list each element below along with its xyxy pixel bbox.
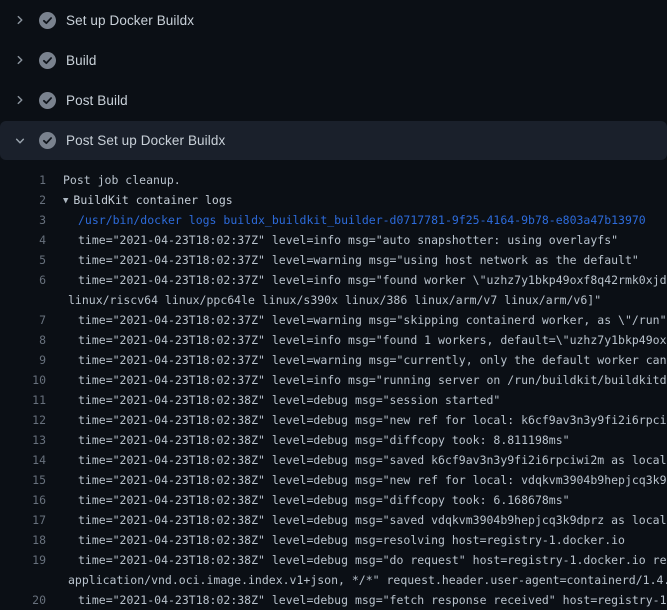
log-line: 11time="2021-04-23T18:02:38Z" level=debu… [0,390,667,410]
log-line: 9time="2021-04-23T18:02:37Z" level=warni… [0,350,667,370]
step-label: Build [66,53,97,68]
chevron-down-icon[interactable] [12,133,28,149]
log-line: 10time="2021-04-23T18:02:37Z" level=info… [0,370,667,390]
log-line-number[interactable]: 10 [0,370,46,390]
log-text: time="2021-04-23T18:02:37Z" level=info m… [46,370,667,390]
log-text: time="2021-04-23T18:02:38Z" level=debug … [46,470,667,490]
log-text: time="2021-04-23T18:02:38Z" level=debug … [46,390,500,410]
log-line-continuation: linux/riscv64 linux/ppc64le linux/s390x … [0,290,667,310]
step-row-build[interactable]: Build [0,40,667,80]
log-group-collapse-icon[interactable]: ▼ [63,191,68,210]
log-text: time="2021-04-23T18:02:37Z" level=warnin… [46,250,639,270]
log-line-number[interactable]: 7 [0,310,46,330]
log-line-continuation: application/vnd.oci.image.index.v1+json,… [0,570,667,590]
log-text: time="2021-04-23T18:02:38Z" level=debug … [46,530,625,550]
step-label: Set up Docker Buildx [66,13,194,28]
step-row-set-up-docker-buildx[interactable]: Set up Docker Buildx [0,0,667,40]
log-line: 3/usr/bin/docker logs buildx_buildkit_bu… [0,210,667,230]
log-text: time="2021-04-23T18:02:38Z" level=debug … [46,510,667,530]
log-text: ▼ BuildKit container logs [46,190,233,210]
chevron-right-icon[interactable] [12,52,28,68]
chevron-right-icon[interactable] [12,92,28,108]
chevron-right-icon[interactable] [12,12,28,28]
log-line: 18time="2021-04-23T18:02:38Z" level=debu… [0,530,667,550]
log-line-number[interactable]: 16 [0,490,46,510]
log-text: time="2021-04-23T18:02:37Z" level=info m… [46,330,667,350]
log-line-number[interactable]: 11 [0,390,46,410]
log-line: 16time="2021-04-23T18:02:38Z" level=debu… [0,490,667,510]
log-line: 6time="2021-04-23T18:02:37Z" level=info … [0,270,667,290]
log-line: 5time="2021-04-23T18:02:37Z" level=warni… [0,250,667,270]
log-line-number[interactable]: 2 [0,190,46,210]
log-line-number[interactable]: 20 [0,590,46,610]
log-line: 7time="2021-04-23T18:02:37Z" level=warni… [0,310,667,330]
log-line-number[interactable]: 4 [0,230,46,250]
log-line: 15time="2021-04-23T18:02:38Z" level=debu… [0,470,667,490]
log-line-number[interactable]: 14 [0,450,46,470]
log-line-number [0,570,46,590]
log-line: 20time="2021-04-23T18:02:38Z" level=debu… [0,590,667,610]
log-line: 17time="2021-04-23T18:02:38Z" level=debu… [0,510,667,530]
check-circle-icon [39,12,56,29]
steps-list: Set up Docker Buildx Build Post Build Post … [0,0,667,160]
log-line: 19time="2021-04-23T18:02:38Z" level=debu… [0,550,667,570]
log-line: 1Post job cleanup. [0,170,667,190]
log-line-number[interactable]: 19 [0,550,46,570]
log-line-number[interactable]: 13 [0,430,46,450]
log-command-text: /usr/bin/docker logs buildx_buildkit_bui… [46,210,646,230]
step-label: Post Set up Docker Buildx [66,133,225,148]
check-circle-icon [39,132,56,149]
log-text: time="2021-04-23T18:02:38Z" level=debug … [46,410,667,430]
log-text: time="2021-04-23T18:02:37Z" level=warnin… [46,350,667,370]
log-line-number[interactable]: 5 [0,250,46,270]
log-text: time="2021-04-23T18:02:38Z" level=debug … [46,490,570,510]
log-text: application/vnd.oci.image.index.v1+json,… [46,570,667,590]
log-text: time="2021-04-23T18:02:37Z" level=info m… [46,230,618,250]
check-circle-icon [39,52,56,69]
step-label: Post Build [66,93,128,108]
log-line-number[interactable]: 15 [0,470,46,490]
log-text: time="2021-04-23T18:02:38Z" level=debug … [46,430,570,450]
log-line-number[interactable]: 3 [0,210,46,230]
log-group-title[interactable]: BuildKit container logs [73,193,232,207]
log-line: 13time="2021-04-23T18:02:38Z" level=debu… [0,430,667,450]
log-text: Post job cleanup. [46,170,181,190]
step-row-post-build[interactable]: Post Build [0,80,667,120]
log-line: 4time="2021-04-23T18:02:37Z" level=info … [0,230,667,250]
log-line-number[interactable]: 9 [0,350,46,370]
log-line-number[interactable]: 1 [0,170,46,190]
log-text: time="2021-04-23T18:02:37Z" level=info m… [46,270,667,290]
check-circle-icon [39,92,56,109]
log-text: time="2021-04-23T18:02:38Z" level=debug … [46,550,667,570]
log-line: 2 ▼ BuildKit container logs [0,190,667,210]
log-line: 8time="2021-04-23T18:02:37Z" level=info … [0,330,667,350]
log-line-number [0,290,46,310]
log-line-number[interactable]: 6 [0,270,46,290]
step-row-post-set-up-docker-buildx[interactable]: Post Set up Docker Buildx [0,121,667,160]
log-text: time="2021-04-23T18:02:37Z" level=warnin… [46,310,667,330]
log-line-number[interactable]: 12 [0,410,46,430]
log-viewer: 1Post job cleanup.2 ▼ BuildKit container l… [0,160,667,610]
log-text: time="2021-04-23T18:02:38Z" level=debug … [46,450,667,470]
log-line-number[interactable]: 18 [0,530,46,550]
log-text: linux/riscv64 linux/ppc64le linux/s390x … [46,290,601,310]
log-line-number[interactable]: 17 [0,510,46,530]
log-line: 12time="2021-04-23T18:02:38Z" level=debu… [0,410,667,430]
log-text: time="2021-04-23T18:02:38Z" level=debug … [46,590,667,610]
log-line: 14time="2021-04-23T18:02:38Z" level=debu… [0,450,667,470]
log-line-number[interactable]: 8 [0,330,46,350]
